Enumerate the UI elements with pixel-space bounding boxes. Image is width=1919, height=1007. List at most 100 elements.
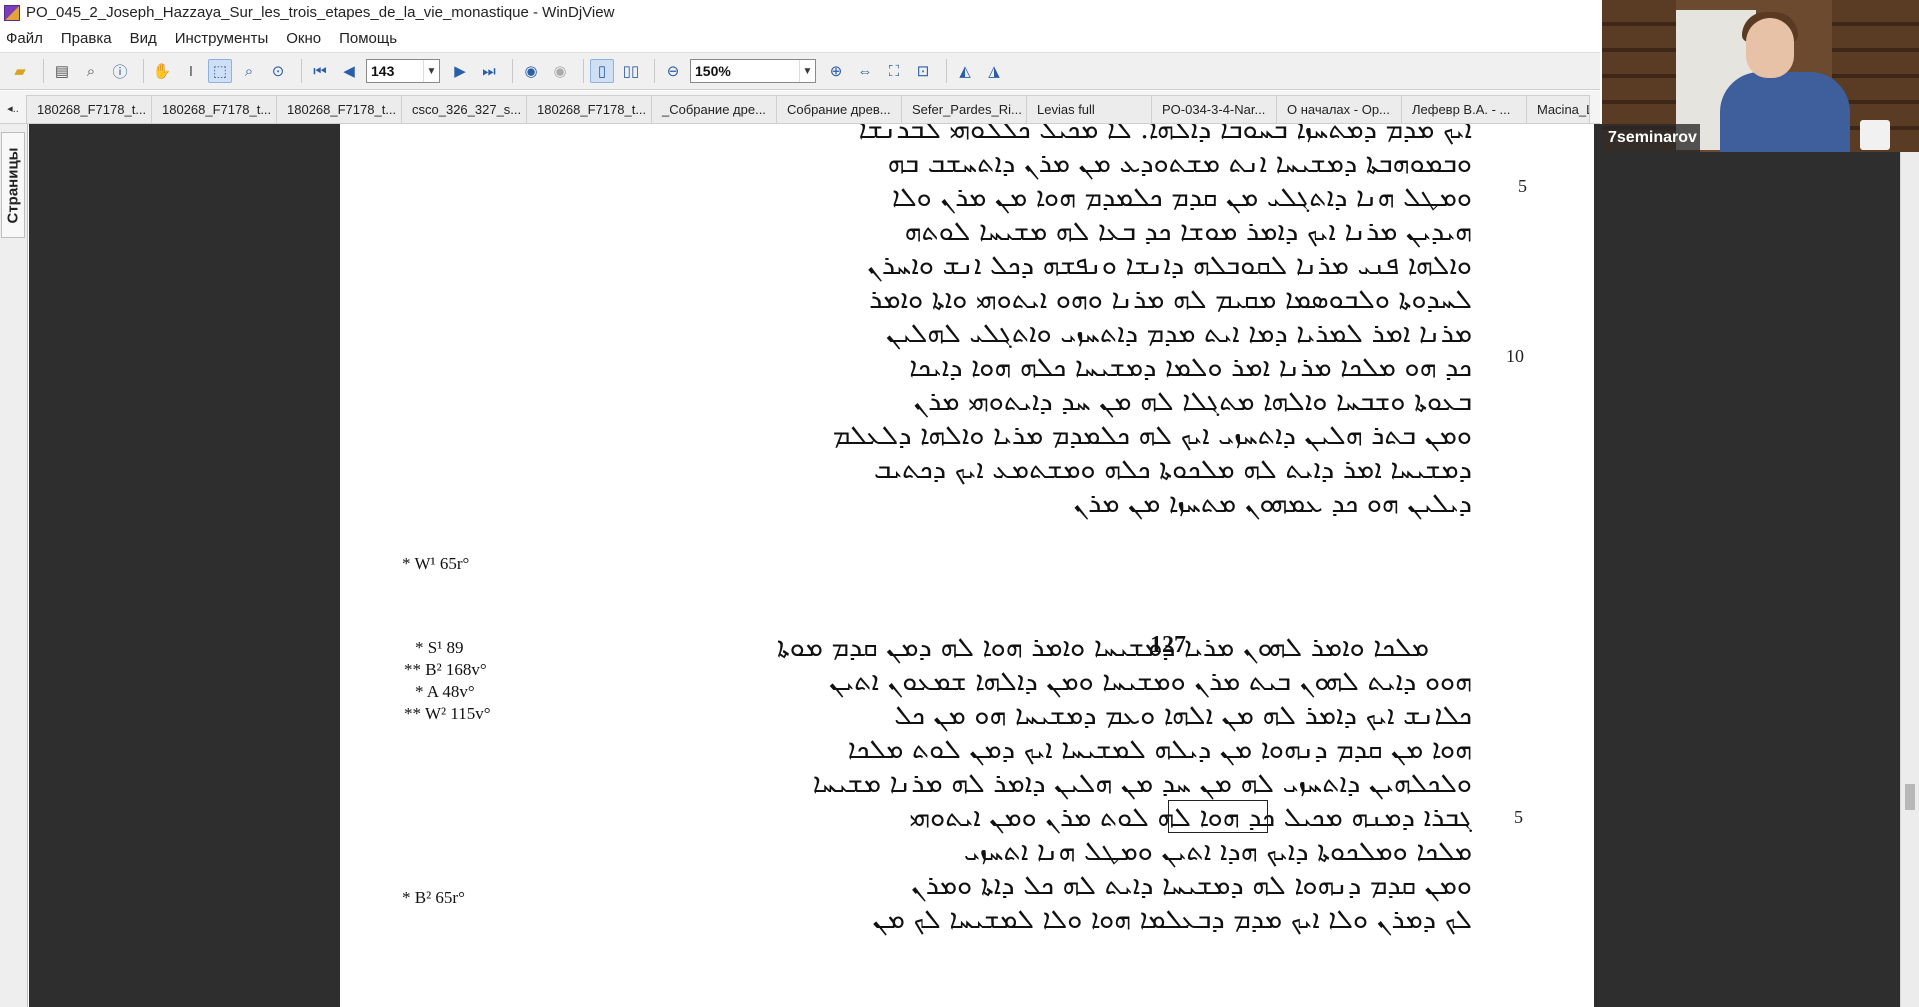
- text-line: ܓܒܪܐ ܕܡܢܗ ܡܟܝܠ ܟܕ ܗܘܐ ܠܗ ܠܘܬ ܡܪܢ ܘܡܢ ܐܝܬ…: [909, 802, 1472, 833]
- side-panel-strip: Страницы: [0, 124, 28, 1007]
- text-select-icon[interactable]: I: [179, 59, 203, 83]
- window-title: PO_045_2_Joseph_Hazzaya_Sur_les_trois_et…: [26, 4, 615, 21]
- pages-panel-tab[interactable]: Страницы: [1, 132, 25, 238]
- document-tab[interactable]: Лефевр В.А. - ...: [1401, 95, 1527, 123]
- text-line: ܗܝܕܝܢ ܡܪܢܐ ܐܝܟ ܕܐܡܪ ܡܘܫܐ ܟܕ ܒܥܐ ܠܗ ܡܫܝܚܐ…: [904, 216, 1472, 247]
- document-tab[interactable]: 180268_F7178_t...: [526, 95, 652, 123]
- document-tab[interactable]: 180268_F7178_t...: [276, 95, 402, 123]
- chevron-down-icon[interactable]: ▼: [423, 60, 439, 82]
- magnifier-icon[interactable]: ⊙: [266, 59, 290, 83]
- document-tab[interactable]: 180268_F7178_t...: [26, 95, 152, 123]
- text-line: ܘܡܢ ܩܕܡ ܕܢܗܘܐ ܠܗ ܕܡܫܝܚܐ ܕܐܝܬ ܠܗ ܟܠ ܕܐܬܐ …: [911, 870, 1472, 901]
- cup: [1860, 120, 1890, 150]
- windjview-window: { "window": { "title": "PO_045_2_Joseph_…: [0, 0, 1919, 1007]
- text-line: ܡܠܟܐ ܘܐܡܪ ܠܗܘܢ ܡܪܝܐ ܕܡܫܝܚܐ ܘܐܡܪ ܗܘܐ ܠܗ ܕ…: [776, 632, 1429, 663]
- margin-note: ** B² 168v°: [404, 660, 487, 679]
- chevron-down-icon[interactable]: ▼: [799, 60, 815, 82]
- forward-icon[interactable]: ◉: [548, 59, 572, 83]
- text-line: ܗܘܘ ܕܐܝܬ ܠܗܘܢ ܒܝܬ ܡܪܢ ܘܡܫܝܚܐ ܘܡܢ ܕܐܠܗܐ ܫ…: [829, 666, 1472, 697]
- menu-tools[interactable]: Инструменты: [175, 30, 269, 47]
- document-tab[interactable]: О началах - Ор...: [1276, 95, 1402, 123]
- two-page-icon[interactable]: ▯▯: [619, 59, 643, 83]
- margin-note: ** W² 115v°: [404, 704, 491, 723]
- line-number: 5: [1518, 176, 1527, 196]
- text-line: ܘܡܢ ܒܬܪ ܗܠܝܢ ܕܐܬܚܙܝ ܐܝܟ ܠܗ ܟܠܡܕܡ ܡܪܝܐ ܘܐ…: [832, 420, 1472, 451]
- vertical-scrollbar[interactable]: [1900, 124, 1919, 1007]
- document-tab[interactable]: Собрание древ...: [776, 95, 902, 123]
- document-tab[interactable]: Levias full: [1026, 95, 1152, 123]
- margin-note: * W¹ 65r°: [402, 554, 470, 573]
- tab-scroll-left-icon[interactable]: ◂..: [0, 93, 26, 123]
- document-tab[interactable]: PO-034-3-4-Nar...: [1151, 95, 1277, 123]
- prev-page-icon[interactable]: ◀: [337, 59, 361, 83]
- text-line: ܒܥܘܬܐ ܘܫܒܚܐ ܘܐܠܗܐ ܡܬܓܠܐ ܠܗ ܡܢ ܚܕ ܕܐܝܬܘܗܝ…: [913, 386, 1472, 417]
- text-line: ܗܘܐ ܡܢ ܩܕܡ ܕܢܗܘܐ ܡܢ ܕܝܠܗ ܠܡܫܝܚܐ ܐܝܟ ܕܡܢ …: [847, 734, 1472, 765]
- last-page-icon[interactable]: ⏭: [477, 59, 501, 83]
- windjview-app-icon: [4, 4, 20, 21]
- document-tab-bar: ◂.. 180268_F7178_t... 180268_F7178_t... …: [0, 91, 1600, 124]
- text-line: ܡܠܟܐ ܘܡܠܟܘܬܐ ܕܐܝܟ ܗܕܐ ܐܬܝܢ ܘܡܛܠ ܗܢܐ ܐܬܚܙ…: [963, 836, 1472, 867]
- back-icon[interactable]: ◉: [519, 59, 543, 83]
- rotate-right-icon[interactable]: ◮: [982, 59, 1006, 83]
- highlighted-word-box: [1168, 800, 1268, 833]
- document-tab[interactable]: Sefer_Pardes_Ri...: [901, 95, 1027, 123]
- fit-page-icon[interactable]: ⛶: [882, 59, 906, 83]
- menu-edit[interactable]: Правка: [61, 30, 112, 47]
- menu-window[interactable]: Окно: [286, 30, 321, 47]
- text-line: ܘܒܡܘܗܒܬܐ ܕܡܫܝܚܐ ܐܢܬ ܡܫܬܘܕܥ ܡܢ ܡܪܢ ܕܐܬܚܫܒ…: [887, 148, 1472, 179]
- document-page[interactable]: * W¹ 65r° * S¹ 89 ** B² 168v° * A 48v° *…: [340, 124, 1594, 1007]
- first-page-icon[interactable]: ⏮: [308, 59, 332, 83]
- text-line: ܠܚܕܘܬܐ ܘܠܒܘܣܡܐ ܡܩܝܡ ܠܗ ܡܪܢܐ ܘܗܘ ܐܝܬܘܗܝ ܘ…: [869, 284, 1472, 315]
- toolbar-separator: [143, 59, 144, 83]
- find-icon[interactable]: ⌕: [79, 59, 103, 83]
- text-line: ܟܠܐܢܫ ܐܝܟ ܕܐܡܪ ܠܗ ܡܢ ܐܠܗܐ ܘܥܡ ܕܡܫܝܚܐ ܗܘ …: [894, 700, 1472, 731]
- zoom-combo[interactable]: 150% ▼: [690, 59, 816, 83]
- page-number-combo[interactable]: 143 ▼: [366, 59, 440, 83]
- text-line: ܐܝܟ ܡܕܡ ܕܡܬܚܙܐ ܒܚܘܒܐ ܕܐܠܗܐ. ܠܐ ܡܟܝܠ ܟܠܠܘ…: [858, 124, 1472, 145]
- text-line: ܕܡܫܝܚܐ ܐܡܪ ܕܐܝܬ ܠܗ ܡܠܟܘܬܐ ܟܠܗ ܘܡܫܬܡܥ ܐܝܟ…: [873, 454, 1472, 485]
- zoom-rect-icon[interactable]: ⌕: [237, 59, 261, 83]
- info-icon[interactable]: ⓘ: [108, 59, 132, 83]
- toolbar: ▰ ▤ ⌕ ⓘ ✋ I ⬚ ⌕ ⊙ ⏮ ◀ 143 ▼ ▶ ⏭ ◉ ◉ ▯ ▯▯…: [0, 52, 1600, 90]
- single-page-icon[interactable]: ▯: [590, 59, 614, 83]
- text-line: ܡܪܢܐ ܐܡܪ ܠܡܪܝܐ ܕܡܐ ܐܝܬ ܡܕܡ ܕܐܬܚܙܝ ܘܐܬܓܠܝ…: [886, 318, 1472, 349]
- open-folder-icon[interactable]: ▰: [8, 59, 32, 83]
- text-line: ܘܡܛܠ ܗܢܐ ܕܐܬܓܠܝ ܡܢ ܩܕܡ ܟܠܡܕܡ ܗܘܐ ܡܢ ܡܪܢ …: [891, 182, 1472, 213]
- zoom-in-icon[interactable]: ⊕: [824, 59, 848, 83]
- text-line: ܟܕ ܗܘ ܡܠܟܐ ܡܪܢܐ ܐܡܪ ܘܠܡܐ ܕܡܫܝܚܐ ܟܠܗ ܗܘܐ …: [909, 352, 1472, 383]
- toolbar-separator: [301, 59, 302, 83]
- document-tab[interactable]: _Собрание дре...: [651, 95, 777, 123]
- participant-body: [1720, 72, 1850, 152]
- rect-select-icon[interactable]: ⬚: [208, 59, 232, 83]
- video-call-overlay: 7seminarov: [1602, 0, 1919, 152]
- menu-bar: Файл Правка Вид Инструменты Окно Помощь: [0, 25, 1600, 52]
- hand-tool-icon[interactable]: ✋: [150, 59, 174, 83]
- menu-help[interactable]: Помощь: [339, 30, 397, 47]
- text-line: ܘܠܟܠܗܝܢ ܕܐܬܚܙܝ ܠܗ ܡܢ ܚܕ ܡܢ ܗܠܝܢ ܕܐܡܪ ܠܗ …: [812, 768, 1472, 799]
- line-number: 5: [1514, 807, 1523, 827]
- actual-size-icon[interactable]: ⊡: [911, 59, 935, 83]
- menu-view[interactable]: Вид: [130, 30, 157, 47]
- participant-head: [1746, 18, 1794, 78]
- document-tab[interactable]: 180268_F7178_t...: [151, 95, 277, 123]
- toolbar-separator: [654, 59, 655, 83]
- menu-file[interactable]: Файл: [6, 30, 43, 47]
- document-tab[interactable]: Macina_Le: [1526, 95, 1590, 123]
- participant-name: 7seminarov: [1602, 124, 1700, 152]
- fit-width-icon[interactable]: ⇔: [853, 59, 877, 83]
- document-tab[interactable]: csco_326_327_s...: [401, 95, 527, 123]
- text-line: ܕܝܠܝܢ ܗܘ ܟܕ ܥܡܗܘܢ ܡܬܚܙܐ ܡܢ ܡܪܢ: [1073, 488, 1472, 519]
- toolbar-separator: [512, 59, 513, 83]
- pages-panel-label: Страницы: [4, 147, 22, 223]
- toolbar-separator: [946, 59, 947, 83]
- margin-note: * B² 65r°: [402, 888, 465, 907]
- text-line: ܘܐܠܗܐ ܦܢܝ ܡܪܢܐ ܠܩܘܒܠܗ ܕܐܢܫܐ ܘܢܦܫܗ ܕܟܠ ܐܢ…: [867, 250, 1472, 281]
- zoom-out-icon[interactable]: ⊖: [661, 59, 685, 83]
- rotate-left-icon[interactable]: ◭: [953, 59, 977, 83]
- toolbar-separator: [43, 59, 44, 83]
- text-line: ܠܟ ܕܡܪܢ ܘܠܐ ܐܝܟ ܡܕܡ ܕܒܥܠܡܐ ܗܘܐ ܘܠܐ ܠܡܫܝܚ…: [872, 904, 1472, 935]
- document-background-right: [1594, 124, 1900, 1007]
- next-page-icon[interactable]: ▶: [448, 59, 472, 83]
- scrollbar-thumb[interactable]: [1905, 784, 1915, 810]
- print-icon[interactable]: ▤: [50, 59, 74, 83]
